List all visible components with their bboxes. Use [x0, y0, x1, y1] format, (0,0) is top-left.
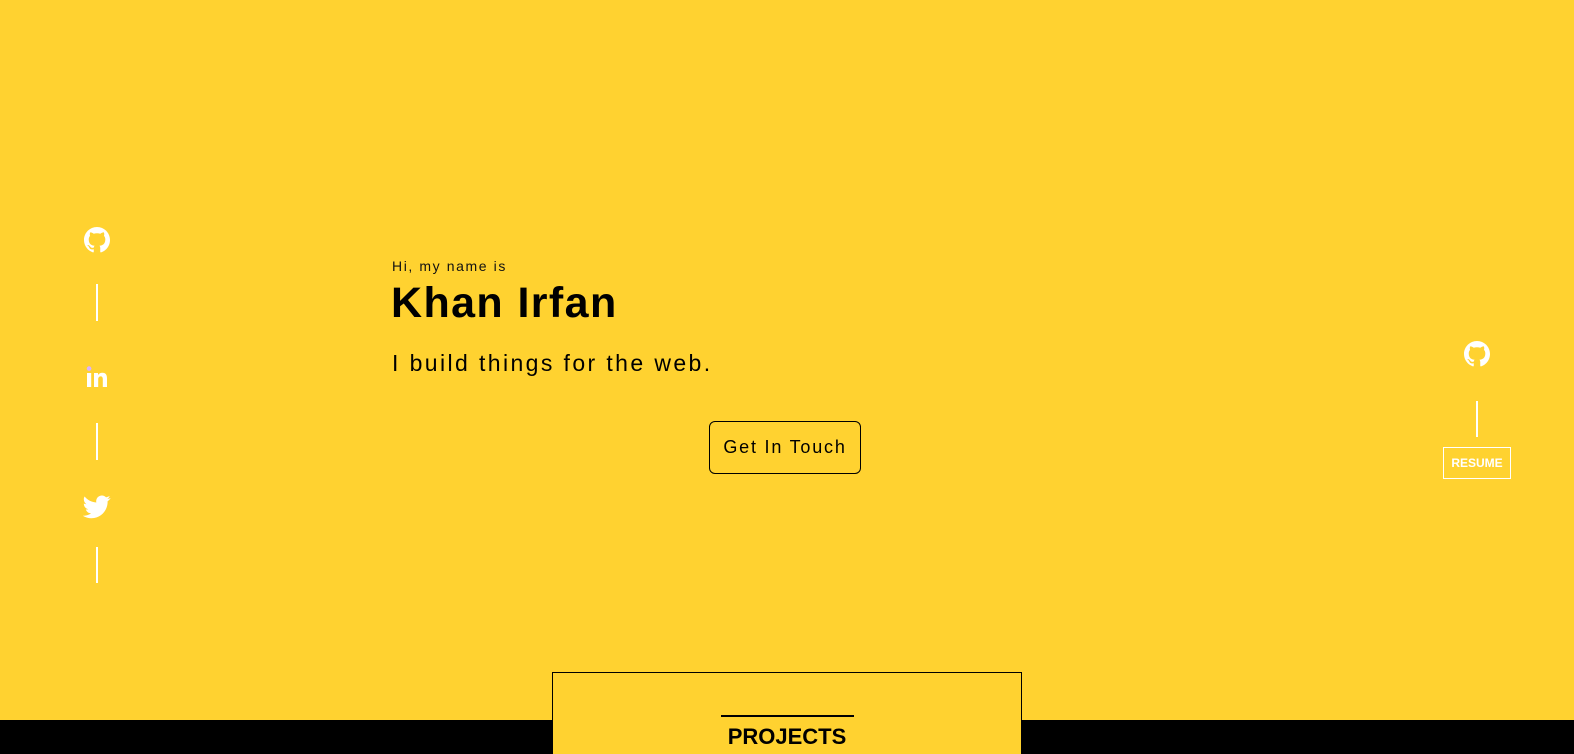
github-icon[interactable]: [83, 226, 111, 254]
greeting-text: Hi, my name is: [392, 258, 507, 274]
linkedin-icon[interactable]: [83, 363, 111, 391]
portfolio-page: Hi, my name is Khan Irfan I build things…: [0, 0, 1574, 754]
hero-section: Hi, my name is Khan Irfan I build things…: [391, 258, 710, 376]
rail-divider: [96, 547, 98, 583]
rail-divider: [1476, 401, 1478, 437]
resume-button[interactable]: RESUME: [1443, 447, 1511, 479]
projects-card: PROJECTS: [552, 672, 1022, 754]
projects-divider: [721, 715, 854, 717]
github-icon[interactable]: [1463, 340, 1491, 368]
rail-divider: [96, 423, 98, 460]
rail-divider: [96, 284, 98, 321]
twitter-icon[interactable]: [83, 493, 111, 521]
projects-title: PROJECTS: [727, 724, 847, 749]
hero-name: Khan Irfan: [391, 279, 618, 327]
hero-tagline: I build things for the web.: [392, 350, 713, 376]
get-in-touch-button[interactable]: Get In Touch: [709, 421, 861, 474]
